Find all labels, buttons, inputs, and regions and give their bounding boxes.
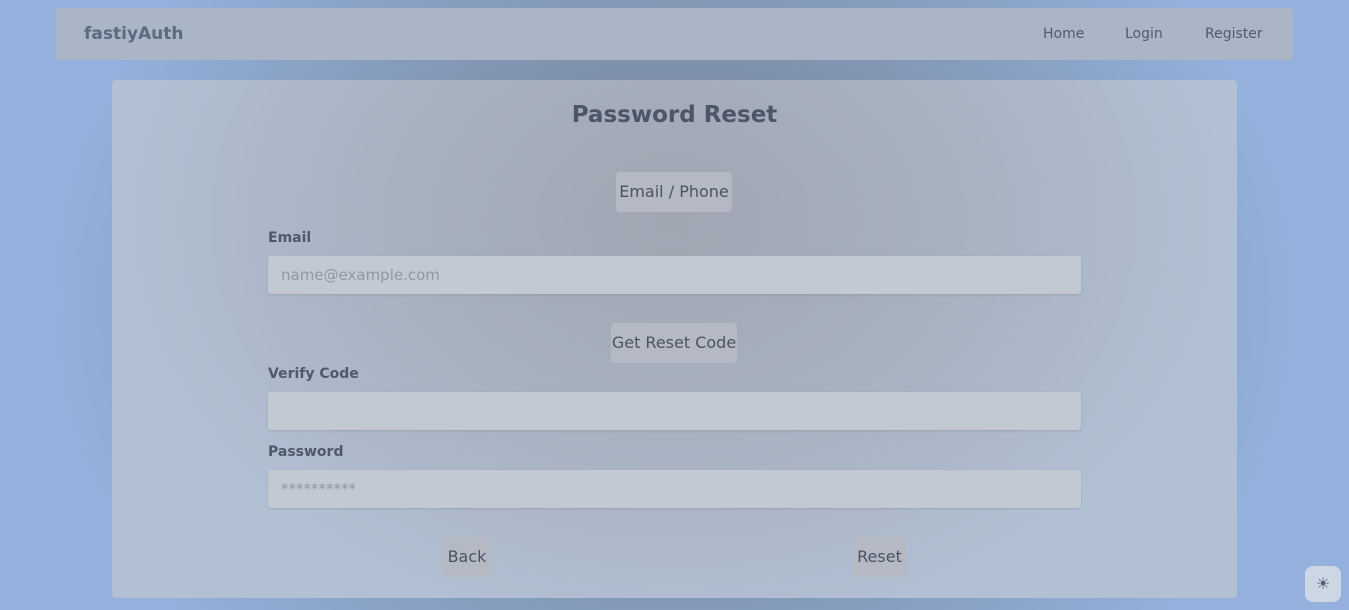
reset-button[interactable]: Reset <box>852 537 907 577</box>
nav-home-link[interactable]: Home <box>1043 8 1084 60</box>
password-input[interactable] <box>268 470 1081 508</box>
get-reset-code-button[interactable]: Get Reset Code <box>611 323 737 363</box>
password-reset-card: Password Reset Email / Phone Email Get R… <box>112 80 1237 598</box>
brand-logo[interactable]: fastiyAuth <box>84 8 184 60</box>
nav-login-link[interactable]: Login <box>1125 8 1163 60</box>
theme-toggle-button[interactable]: ☀ <box>1305 566 1341 602</box>
email-input[interactable] <box>268 256 1081 294</box>
email-phone-toggle-button[interactable]: Email / Phone <box>616 172 732 212</box>
page-title: Password Reset <box>571 102 778 128</box>
password-label: Password <box>268 444 344 460</box>
navbar: fastiyAuth Home Login Register <box>56 8 1293 60</box>
verify-code-input[interactable] <box>268 392 1081 430</box>
back-button[interactable]: Back <box>442 537 492 577</box>
verify-code-label: Verify Code <box>268 366 359 382</box>
nav-register-link[interactable]: Register <box>1205 8 1263 60</box>
sun-icon: ☀ <box>1315 574 1331 593</box>
email-label: Email <box>268 230 312 246</box>
